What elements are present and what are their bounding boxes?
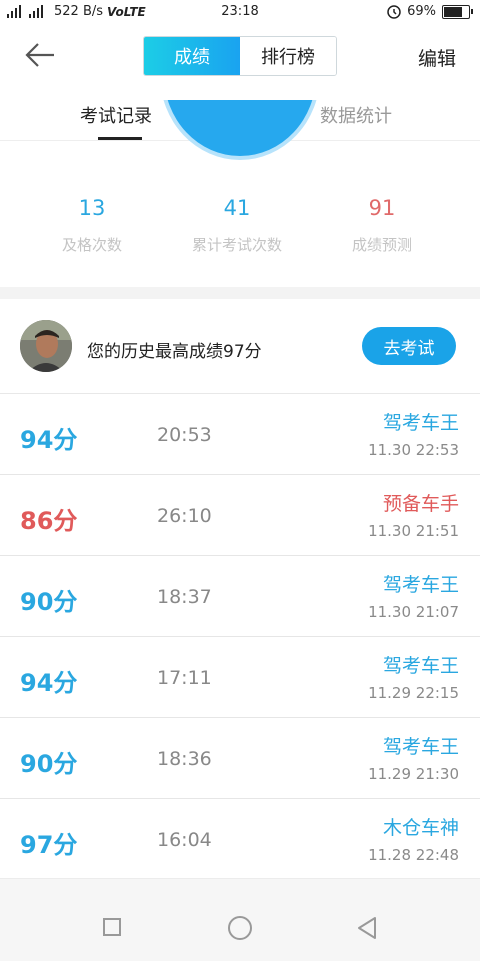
triangle-back-icon[interactable] [356, 916, 378, 940]
tab-data-stats[interactable]: 数据统计 [320, 102, 392, 128]
avatar[interactable] [20, 320, 72, 372]
score-circle [160, 100, 320, 164]
record-date: 11.30 22:53 [368, 441, 459, 459]
stat-value: 91 [368, 196, 396, 220]
record-rank: 驾考车王 [382, 574, 459, 596]
stat-value: 41 [223, 196, 251, 220]
records-list: 94分 20:53 驾考车王 11.30 22:53 86分 26:10 预备车… [0, 394, 480, 880]
record-rank: 预备车手 [382, 493, 459, 515]
circle-icon[interactable] [228, 916, 252, 940]
segment-ranking[interactable]: 排行榜 [240, 37, 336, 75]
battery-percent: 69% [407, 4, 436, 19]
record-duration: 18:36 [157, 748, 212, 770]
segment-control: 成绩 排行榜 [143, 36, 337, 76]
section-divider [0, 287, 480, 299]
best-score-text: 您的历史最高成绩97分 [87, 342, 262, 362]
record-rank: 驾考车王 [382, 736, 459, 758]
record-date: 11.30 21:07 [368, 603, 459, 621]
alarm-icon [387, 4, 401, 19]
list-item[interactable]: 86分 26:10 预备车手 11.30 21:51 [0, 475, 480, 556]
record-date: 11.30 21:51 [368, 522, 459, 540]
record-score: 90分 [20, 750, 78, 778]
battery-icon [442, 4, 473, 19]
record-score: 86分 [20, 507, 78, 535]
record-score: 94分 [20, 426, 78, 454]
record-duration: 18:37 [157, 586, 212, 608]
record-duration: 26:10 [157, 505, 212, 527]
record-rank: 驾考车王 [382, 412, 459, 434]
edit-button[interactable]: 编辑 [418, 44, 456, 71]
list-item[interactable]: 94分 17:11 驾考车王 11.29 22:15 [0, 637, 480, 718]
stat-pass-count: 13 及格次数 [12, 196, 172, 255]
record-duration: 20:53 [157, 424, 212, 446]
tab-exam-records[interactable]: 考试记录 [80, 102, 152, 128]
record-score: 94分 [20, 669, 78, 697]
record-score: 97分 [20, 831, 78, 859]
status-right: 69% [387, 4, 473, 19]
stats-row: 13 及格次数 41 累计考试次数 91 成绩预测 [0, 196, 480, 266]
record-rank: 木仓车神 [382, 817, 459, 839]
record-date: 11.29 22:15 [368, 684, 459, 702]
avatar-image [20, 320, 72, 372]
list-item[interactable]: 90分 18:36 驾考车王 11.29 21:30 [0, 718, 480, 799]
best-score-bar: 您的历史最高成绩97分 去考试 [0, 300, 480, 394]
list-item[interactable]: 94分 20:53 驾考车王 11.30 22:53 [0, 394, 480, 475]
record-rank: 驾考车王 [382, 655, 459, 677]
list-item[interactable]: 97分 16:04 木仓车神 11.28 22:48 [0, 799, 480, 880]
tab-underline [98, 137, 142, 140]
record-date: 11.29 21:30 [368, 765, 459, 783]
record-duration: 16:04 [157, 829, 212, 851]
stat-total-count: 41 累计考试次数 [157, 196, 317, 255]
record-duration: 17:11 [157, 667, 212, 689]
go-exam-button[interactable]: 去考试 [362, 327, 456, 365]
square-icon[interactable] [103, 918, 121, 936]
record-score: 90分 [20, 588, 78, 616]
header: 成绩 排行榜 编辑 [0, 26, 480, 86]
stat-value: 13 [78, 196, 106, 220]
list-item[interactable]: 90分 18:37 驾考车王 11.30 21:07 [0, 556, 480, 637]
arrow-left-icon[interactable] [24, 40, 60, 70]
stat-label: 成绩预测 [351, 236, 412, 254]
stat-label: 及格次数 [61, 236, 122, 254]
status-bar: 522 B/s VoLTE 23:18 69% [0, 0, 480, 26]
battery-fill [444, 6, 462, 17]
segment-scores[interactable]: 成绩 [144, 37, 240, 75]
record-date: 11.28 22:48 [368, 846, 459, 864]
stat-label: 累计考试次数 [191, 236, 282, 254]
stat-prediction: 91 成绩预测 [302, 196, 462, 255]
system-nav-bar [0, 878, 480, 961]
